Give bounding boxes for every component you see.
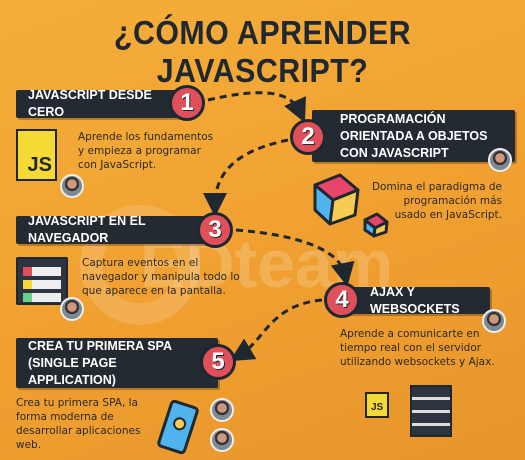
- server-icon: JS: [365, 392, 389, 418]
- step-4-description: Aprende a comunicarte en tiempo real con…: [340, 328, 495, 368]
- avatar: [210, 428, 234, 452]
- step-3-title: JAVASCRIPT EN EL NAVEGADOR: [16, 214, 216, 245]
- step-2-description: Domina el paradigma de programación más …: [371, 181, 502, 221]
- step-4-title: AJAX Y WEBSOCKETS: [342, 285, 490, 316]
- avatar: [60, 297, 84, 321]
- step-5-description: Crea tu primera SPA, la forma moderna de…: [16, 397, 141, 451]
- step-4-number: 4: [324, 282, 360, 318]
- server-rack-icon: [410, 385, 452, 437]
- js-label: JS: [371, 402, 384, 413]
- avatar: [210, 398, 234, 422]
- step-5-title: CREA TU PRIMERA SPA (SINGLE PAGE APPLICA…: [16, 338, 218, 388]
- step-3-description: Captura eventos en el navegador y manipu…: [82, 257, 240, 297]
- step-5-number: 5: [200, 344, 236, 380]
- browser-icon: [16, 257, 68, 305]
- infographic: EDteam ¿CÓMO APRENDER JAVASCRIPT? JAVASC…: [0, 0, 525, 460]
- step-3-number: 3: [197, 212, 233, 248]
